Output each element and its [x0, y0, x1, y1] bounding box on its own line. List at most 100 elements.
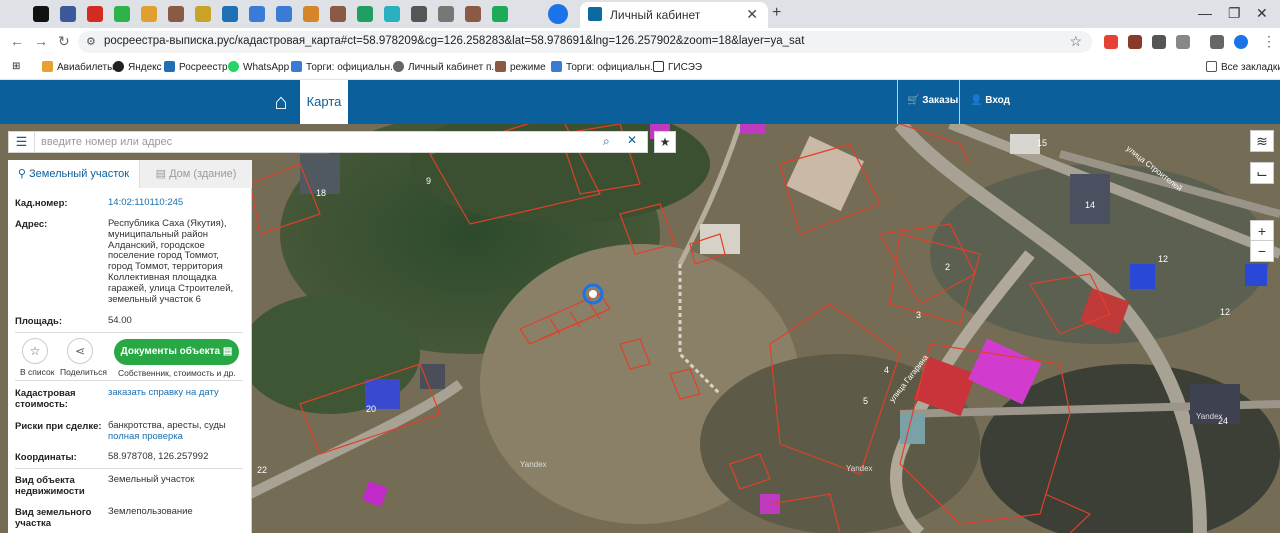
house-number-label: 14	[1085, 200, 1096, 210]
tab-favicon-icon	[588, 7, 602, 21]
extensions-puzzle-icon[interactable]	[1176, 35, 1190, 49]
speaker-icon[interactable]	[411, 6, 427, 22]
divider	[15, 380, 243, 381]
share-button[interactable]: ⋖	[67, 338, 93, 364]
house-number-label: 18	[316, 188, 327, 198]
address-value: Республика Саха (Якутия), муниципальный …	[108, 218, 234, 305]
cad-number-label: Кад.номер:	[15, 198, 68, 209]
login-button[interactable]: 👤 Вход	[970, 95, 1010, 106]
site-icon[interactable]	[33, 6, 49, 22]
search-input[interactable]	[41, 134, 561, 150]
menu-dots-icon[interactable]: ⋮	[1262, 33, 1276, 50]
close-window-icon[interactable]: ✕	[1256, 5, 1268, 22]
chevron-down-icon[interactable]	[6, 6, 22, 22]
bookmark-item[interactable]: Торги: официальн...	[551, 61, 658, 73]
ruler-icon[interactable]: ⌙	[1250, 162, 1274, 184]
tab-building[interactable]: ▤ Дом (здание)	[140, 160, 252, 188]
url-text: росреестра-выписка.рус/кадастровая_карта…	[104, 35, 805, 47]
add-to-list-button[interactable]: ☆	[22, 338, 48, 364]
site-icon[interactable]	[276, 6, 292, 22]
bookmark-item[interactable]: Яндекс	[113, 61, 162, 73]
clear-icon[interactable]: ✕	[627, 133, 637, 147]
full-check-link[interactable]: полная проверка	[108, 431, 238, 443]
share-label: Поделиться	[60, 367, 107, 377]
mail-icon[interactable]	[114, 6, 130, 22]
check-icon[interactable]	[492, 6, 508, 22]
house-number-label: 3	[916, 310, 922, 320]
search-bar: ☰ ⌕ ✕	[8, 131, 648, 153]
bookmark-item[interactable]: Личный кабинет п...	[393, 61, 500, 73]
extension-icon[interactable]	[1104, 35, 1118, 49]
minimize-icon[interactable]: —	[1198, 5, 1212, 21]
coordinates-label: Координаты:	[15, 452, 77, 463]
site-info-icon[interactable]: ⚙	[86, 35, 96, 48]
area-value: 54.00	[108, 315, 132, 326]
site-icon[interactable]	[249, 6, 265, 22]
apps-grid-icon[interactable]: ⊞	[12, 61, 20, 72]
bookmark-item[interactable]: Авиабилеты	[42, 61, 114, 73]
search-icon[interactable]: ⌕	[603, 134, 610, 149]
zoom-out-button[interactable]: −	[1250, 240, 1274, 262]
object-info-panel: ⚲ Земельный участок ▤ Дом (здание) Кад.н…	[8, 160, 252, 533]
bookmark-item[interactable]: WhatsApp	[228, 61, 289, 73]
area-label: Площадь:	[15, 316, 62, 327]
home-icon[interactable]: ⌂	[264, 80, 298, 124]
extension-icon[interactable]	[1128, 35, 1142, 49]
reload-icon[interactable]: ↻	[58, 33, 70, 50]
site-icon[interactable]	[330, 6, 346, 22]
house-number-label: 5	[863, 396, 869, 406]
risks-label: Риски при сделке:	[15, 421, 102, 432]
shield-icon[interactable]	[195, 6, 211, 22]
map-watermark: Yandex	[846, 464, 873, 473]
orders-button[interactable]: 🛒 Заказы	[907, 95, 958, 106]
flag-icon[interactable]	[87, 6, 103, 22]
restore-icon[interactable]: ❐	[1228, 5, 1241, 22]
site-icon[interactable]	[60, 6, 76, 22]
land-type-label: Вид земельного участка	[15, 507, 92, 529]
cad-cost-label: Кадастровая стоимость:	[15, 388, 76, 410]
header-divider	[897, 80, 898, 124]
url-field[interactable]: ⚙ росреестра-выписка.рус/кадастровая_кар…	[78, 31, 1092, 53]
new-tab-button[interactable]: +	[772, 4, 781, 22]
cad-number-value[interactable]: 14:02:110110:245	[108, 197, 238, 209]
shield-icon[interactable]	[303, 6, 319, 22]
bookmark-item[interactable]: ГИСЭЭ	[653, 61, 702, 73]
map-watermark: Yandex	[1196, 412, 1223, 421]
bookmark-star-icon[interactable]: ☆	[1069, 33, 1082, 50]
house-number-label: 4	[884, 365, 890, 375]
tab-favicon-icon[interactable]	[548, 4, 568, 24]
header-divider	[959, 80, 960, 124]
back-icon[interactable]: ←	[10, 33, 24, 49]
site-icon[interactable]	[222, 6, 238, 22]
tab-strip: Личный кабинет ✕ + — ❐ ✕	[0, 0, 1280, 28]
house-number-label: 12	[1158, 254, 1169, 264]
close-tab-icon[interactable]: ✕	[746, 6, 758, 23]
active-tab-title: Личный кабинет	[610, 8, 701, 22]
profile-avatar[interactable]	[1234, 35, 1248, 49]
site-icon[interactable]	[357, 6, 373, 22]
house-number-label: 12	[1220, 307, 1231, 317]
zoom-in-button[interactable]: +	[1250, 220, 1274, 242]
tab-map[interactable]: Карта	[300, 80, 348, 124]
bookmark-item[interactable]: Торги: официальн...	[291, 61, 398, 73]
layers-icon[interactable]: ≋	[1250, 130, 1274, 152]
app-header: ⌂ Карта 🛒 Заказы 👤 Вход	[0, 80, 1280, 124]
active-tab[interactable]: Личный кабинет ✕	[580, 2, 768, 28]
all-bookmarks-folder[interactable]: Все закладки	[1206, 61, 1280, 73]
forward-icon[interactable]: →	[34, 33, 48, 49]
bookmark-item[interactable]: Росреестр	[164, 61, 228, 73]
media-icon[interactable]	[1210, 35, 1224, 49]
site-icon[interactable]	[168, 6, 184, 22]
documents-subtitle: Собственник, стоимость и др.	[118, 368, 236, 378]
site-icon[interactable]	[438, 6, 454, 22]
order-cert-link[interactable]: заказать справку на дату	[108, 387, 238, 399]
tab-land-plot[interactable]: ⚲ Земельный участок	[8, 160, 140, 188]
hamburger-menu-icon[interactable]: ☰	[9, 132, 35, 152]
extension-icon[interactable]	[1152, 35, 1166, 49]
object-documents-button[interactable]: Документы объекта ▤	[114, 339, 239, 365]
bookmark-item[interactable]: режиме	[495, 61, 546, 73]
favorites-star-button[interactable]: ★	[654, 131, 676, 153]
site-icon[interactable]	[465, 6, 481, 22]
site-icon[interactable]	[384, 6, 400, 22]
site-icon[interactable]	[141, 6, 157, 22]
